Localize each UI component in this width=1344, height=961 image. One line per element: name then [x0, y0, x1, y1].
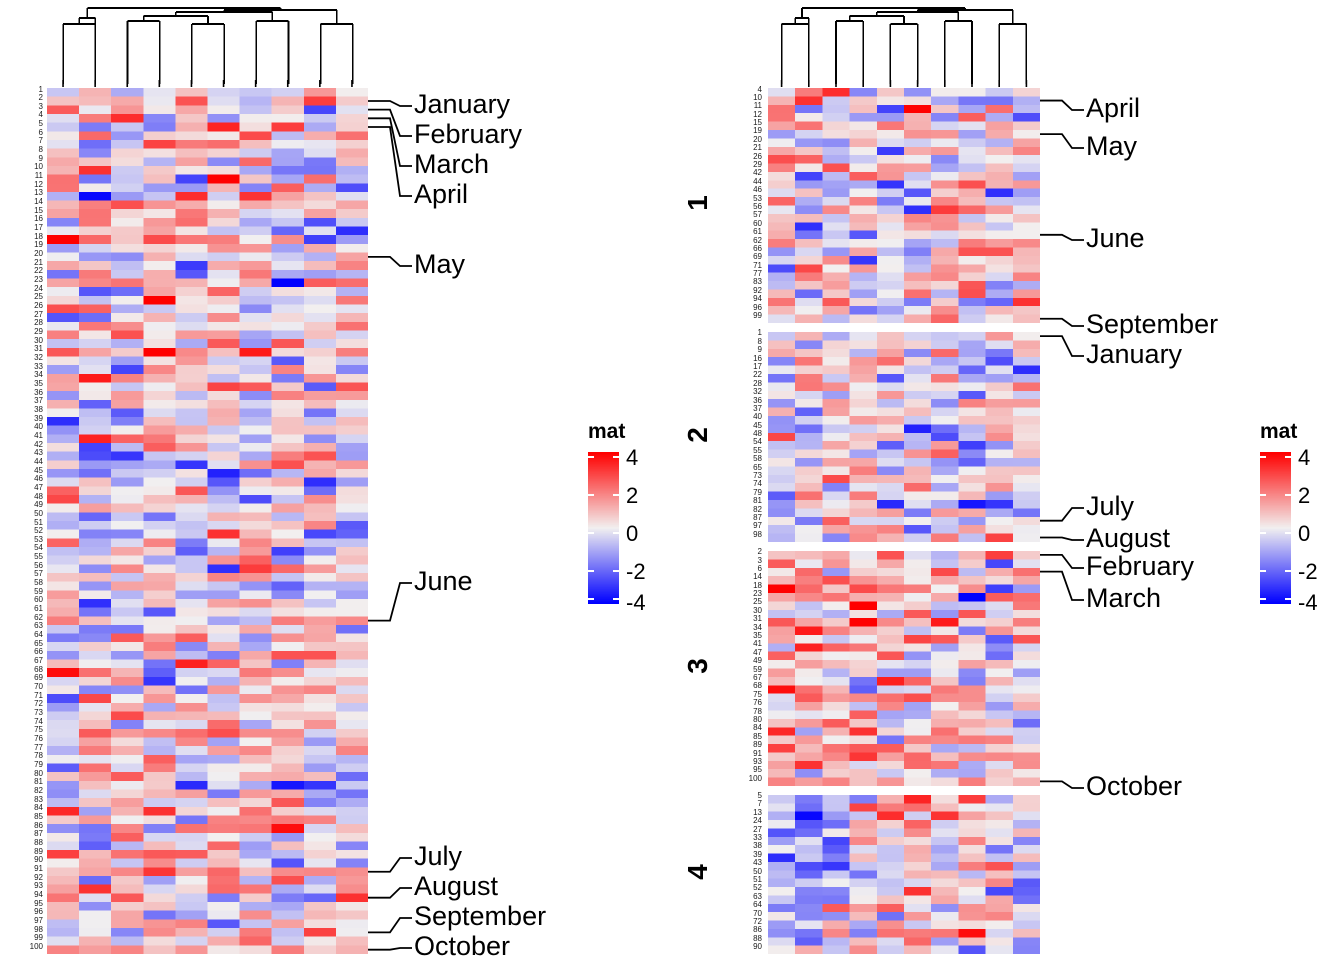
legend-tick-4: 4	[626, 445, 639, 470]
row-label: 9	[757, 345, 762, 355]
annotation-connector-lines-right	[1040, 99, 1084, 789]
row-label: 100	[29, 941, 43, 951]
column-tick-marks	[780, 80, 1028, 87]
legend-tick-minus-2-right: -2	[1298, 559, 1318, 584]
row-label-list-cluster-2: 1 8 9 16 17 22 28 32 36 37 40 45 48 54 55 58 65 73 74 79 81 8…	[728, 329, 762, 542]
legend-tick-2: 2	[626, 483, 639, 508]
right-heatmap-panel: 1 2 3 4 4 10 11 12 15 19 20 21 26 29 42 44 46 53 56 57 60 61…	[672, 0, 1344, 960]
legend-title: mat	[588, 420, 626, 443]
annotation-label-october: October	[1086, 771, 1183, 801]
legend-tick-minus-4-right: -4	[1298, 590, 1318, 615]
row-label: 90	[753, 942, 762, 952]
legend-tick-0: 0	[626, 521, 639, 546]
column-dendrogram-right	[780, 7, 1028, 84]
row-label: 100	[748, 773, 762, 783]
row-label: 61	[753, 227, 762, 237]
annotation-label-may: May	[1086, 131, 1138, 161]
row-label: 43	[753, 858, 762, 868]
cluster-label-4: 4	[682, 864, 713, 881]
legend-tick-minus-2: -2	[626, 559, 646, 584]
row-label: 64	[753, 900, 762, 910]
annotation-label-january: January	[1086, 339, 1183, 369]
cluster-label-1: 1	[682, 195, 713, 212]
legend-tick-2-right: 2	[1298, 483, 1311, 508]
annotation-label-march: March	[414, 149, 490, 179]
heatmap-matrix-cluster-4	[768, 794, 1040, 954]
row-label: 81	[753, 496, 762, 506]
annotation-label-august: August	[1086, 523, 1171, 553]
row-label-list-cluster-3: 2 3 6 14 18 23 25 30 31 34 35 41 47 49 59 67 68 75 76 78 80 8…	[728, 547, 762, 786]
legend-tick-0-right: 0	[1298, 521, 1311, 546]
annotation-connector-lines-left	[368, 100, 412, 951]
annotation-label-february: February	[1086, 551, 1195, 581]
cluster-label-3: 3	[682, 658, 713, 674]
legend-tickmarks	[588, 456, 619, 600]
colorbar-legend-left: mat 4 2 0 -2 -4	[588, 420, 672, 615]
annotation-label-january: January	[414, 89, 511, 119]
row-label: 76	[753, 698, 762, 708]
annotation-label-july: July	[414, 841, 463, 871]
row-label-list-cluster-4: 5 7 13 24 27 33 38 39 43 50 51 52 63 64 70 72 86 88 90	[728, 792, 762, 954]
row-label: 32	[753, 387, 762, 397]
annotation-label-june: June	[1086, 223, 1145, 253]
heatmap-matrix-cluster-1	[768, 88, 1040, 323]
row-label: 2	[757, 547, 762, 557]
heatmap-matrix-cluster-2	[768, 331, 1040, 542]
legend-title-right: mat	[1260, 420, 1298, 443]
annotation-label-september: September	[414, 901, 547, 931]
cluster-label-2: 2	[682, 427, 713, 443]
row-label: 99	[753, 311, 762, 321]
column-dendrogram-left	[62, 7, 354, 84]
heatmap-matrix-cluster-3	[768, 550, 1040, 786]
annotation-label-august: August	[414, 871, 499, 901]
annotation-label-october: October	[414, 931, 511, 961]
annotation-label-june: June	[414, 566, 473, 596]
row-label-list-cluster-1: 4 10 11 12 15 19 20 21 26 29 42 44 46 53 56 57 60 61 62 66 6…	[728, 85, 762, 323]
legend-tick-4-right: 4	[1298, 445, 1311, 470]
row-label-list-left: 1 2 3 4 5 6 7 8 9 10 11 12 13 14 15 16 17 18 19 20 21 22 23 24 2…	[10, 85, 43, 954]
annotation-label-september: September	[1086, 309, 1219, 339]
heatmap-matrix-left	[47, 88, 368, 954]
legend-tick-minus-4: -4	[626, 590, 646, 615]
legend-tickmarks-right	[1260, 456, 1291, 600]
annotation-label-may: May	[414, 249, 466, 279]
row-label: 46	[753, 185, 762, 195]
annotation-label-march: March	[1086, 583, 1162, 613]
annotation-label-february: February	[414, 119, 523, 149]
row-label: 89	[753, 740, 762, 750]
annotation-label-april: April	[414, 179, 469, 209]
annotation-label-july: July	[1086, 491, 1135, 521]
annotation-label-april: April	[1086, 93, 1141, 123]
colorbar-legend-right: mat 4 2 0 -2 -4	[1260, 420, 1344, 615]
left-heatmap-panel: 1 2 3 4 5 6 7 8 9 10 11 12 13 14 15 16 17 18 19 20 21 22 23 24 2…	[0, 0, 672, 960]
row-label: 98	[753, 529, 762, 539]
column-tick-marks	[62, 80, 353, 87]
